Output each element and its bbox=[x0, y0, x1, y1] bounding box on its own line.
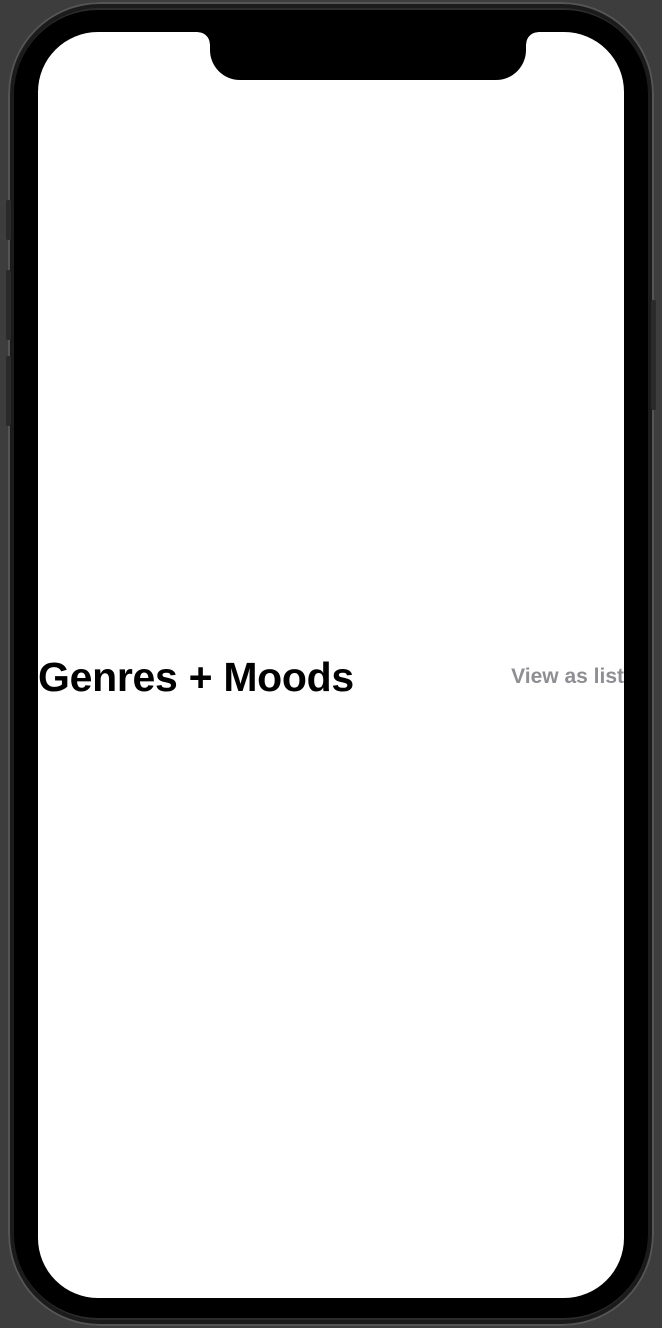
volume-up-button bbox=[6, 270, 11, 340]
view-as-list-link[interactable]: View as list bbox=[511, 664, 624, 690]
section-title: Genres + Moods bbox=[38, 654, 354, 700]
app-screen: Genres + Moods View as list bbox=[38, 32, 624, 1298]
volume-down-button bbox=[6, 356, 11, 426]
simulator-canvas: Genres + Moods View as list bbox=[0, 0, 662, 1328]
device-notch bbox=[198, 32, 538, 80]
genres-moods-section-header: Genres + Moods View as list bbox=[38, 654, 624, 700]
power-button bbox=[651, 300, 656, 410]
silent-switch bbox=[6, 200, 11, 240]
